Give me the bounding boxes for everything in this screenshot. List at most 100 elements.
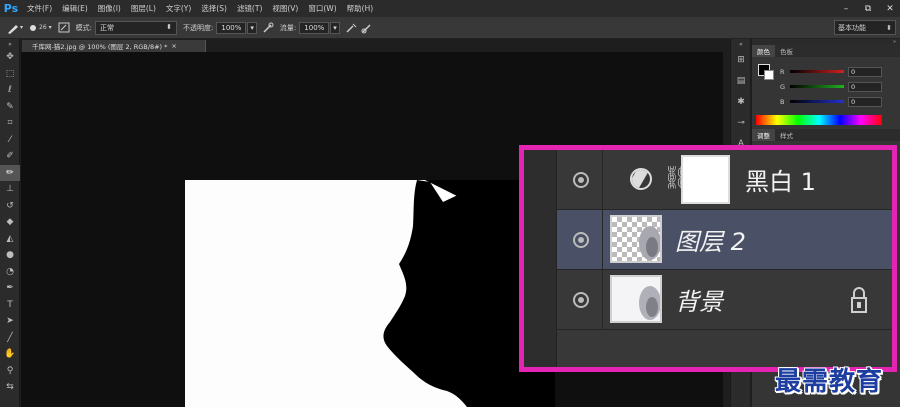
brush-tool-preset[interactable]: ▾ [6,22,23,34]
red-value[interactable]: 0 [848,66,882,77]
bandage-icon: ✐ [6,151,14,162]
layer-thumbnail[interactable] [610,215,662,263]
layer-mask-thumbnail[interactable] [681,155,730,204]
red-slider[interactable]: R 0 [780,66,896,77]
swap-colors[interactable]: ⇆ [0,379,20,396]
layer-row-black-white[interactable]: ⛓ 黑白 1 [557,150,892,210]
path-select-tool[interactable]: ➤ [0,313,20,330]
workspace-label: 基本功能 [838,23,866,32]
color-panel-tabs: 颜色 色板 [752,45,900,57]
menu-edit[interactable]: 编辑(E) [57,3,93,14]
type-tool[interactable]: T [0,297,20,314]
tab-swatches[interactable]: 色板 [775,45,798,57]
pressure-size-icon[interactable] [361,22,373,34]
stamp-tool[interactable]: ⊥ [0,181,20,198]
adjust-icon[interactable]: ⊸ [731,112,751,133]
background-color-swatch[interactable] [764,70,774,80]
green-value[interactable]: 0 [848,81,882,92]
droplet-icon: ● [6,250,14,261]
menu-file[interactable]: 文件(F) [22,3,57,14]
layer-thumbnail[interactable] [610,275,662,323]
opacity-dropdown[interactable]: ▾ [247,21,257,34]
close-button[interactable]: ✕ [884,4,896,14]
lock-icon [851,287,867,313]
workspace-switcher[interactable]: 基本功能 ⬍ [834,20,896,35]
collapse-icon[interactable]: « [731,39,751,49]
green-track[interactable] [790,85,844,88]
blue-slider[interactable]: B 0 [780,96,896,107]
tab-color[interactable]: 颜色 [752,45,775,57]
eyedropper-tool[interactable]: ⁄ [0,132,20,149]
properties-icon[interactable]: ▤ [731,70,751,91]
blue-track[interactable] [790,100,844,103]
divider [602,270,603,330]
menu-select[interactable]: 选择(S) [196,3,232,14]
layer-row-background[interactable]: 背景 [557,270,892,330]
move-tool[interactable]: ✥ [0,49,20,66]
flow-control: 流量: 100% ▾ [279,21,373,34]
collapse-icon[interactable]: » [0,39,20,49]
document-tab[interactable]: 千库网-猫2.jpg @ 100% (图层 2, RGB/8#) * × [22,40,206,52]
blue-value[interactable]: 0 [848,96,882,107]
hand-tool[interactable]: ✋ [0,346,20,363]
menu-layer[interactable]: 图层(L) [126,3,161,14]
dodge-tool[interactable]: ◔ [0,264,20,281]
menu-help[interactable]: 帮助(H) [342,3,379,14]
opacity-input[interactable]: 100% [216,21,247,34]
blur-tool[interactable]: ● [0,247,20,264]
pressure-opacity-icon[interactable] [262,22,274,34]
close-tab-icon[interactable]: × [171,42,176,50]
zoom-tool[interactable]: ⚲ [0,363,20,380]
eraser-icon: ◆ [6,217,14,228]
minimize-button[interactable]: – [840,4,852,14]
airbrush-icon[interactable] [345,22,357,34]
eye-icon[interactable] [573,232,589,248]
shape-tool[interactable]: ╱ [0,330,20,347]
tab-styles[interactable]: 样式 [775,129,798,141]
flow-dropdown[interactable]: ▾ [330,21,340,34]
eye-icon[interactable] [573,172,589,188]
brush-size-picker[interactable]: 26 ▾ [29,24,52,32]
brush-presets-icon[interactable]: ✱ [731,91,751,112]
crop-tool[interactable]: ⌗ [0,115,20,132]
chevron-updown-icon: ⬍ [166,22,173,31]
flow-input[interactable]: 100% [299,21,330,34]
history-icon[interactable]: ⊞ [731,49,751,70]
green-slider[interactable]: G 0 [780,81,896,92]
arrow-icon: ➤ [6,316,14,327]
pen-tool[interactable]: ✒ [0,280,20,297]
layer-name[interactable]: 图层 2 [675,222,746,257]
watermark-text: 最需教育 [775,367,884,397]
document-image[interactable] [185,180,555,407]
link-icon[interactable]: ⛓ [663,162,691,196]
menu-view[interactable]: 视图(V) [267,3,303,14]
color-spectrum[interactable] [756,115,882,125]
quick-select-tool[interactable]: ✎ [0,99,20,116]
lasso-tool[interactable]: ℓ [0,82,20,99]
paint-bucket-tool[interactable]: ◭ [0,231,20,248]
red-label: R [780,67,785,76]
menu-window[interactable]: 窗口(W) [303,3,341,14]
marquee-tool[interactable]: ⬚ [0,66,20,83]
healing-tool[interactable]: ✐ [0,148,20,165]
history-brush-tool[interactable]: ↺ [0,198,20,215]
menu-type[interactable]: 文字(Y) [161,3,196,14]
brush-tool[interactable]: ✏ [0,164,20,181]
layers-panel-zoom: ⛓ 黑白 1 图层 2 背景 [519,145,897,372]
mode-select[interactable]: 正常 ⬍ [95,20,178,35]
layer-name[interactable]: 背景 [675,282,723,317]
layer-row-layer2[interactable]: 图层 2 [557,210,892,270]
brush-panel-toggle[interactable] [58,22,70,33]
crop-icon: ⌗ [7,118,13,129]
mode-control: 模式: 正常 ⬍ [76,20,178,35]
restore-button[interactable]: ⧉ [862,4,874,14]
menu-image[interactable]: 图像(I) [93,3,126,14]
menu-filter[interactable]: 滤镜(T) [232,3,267,14]
flow-label: 流量: [279,23,297,32]
red-track[interactable] [790,70,844,73]
layer-name[interactable]: 黑白 1 [745,162,816,197]
eraser-tool[interactable]: ◆ [0,214,20,231]
divider [602,150,603,210]
tab-adjustments[interactable]: 调整 [752,129,775,141]
eye-icon[interactable] [573,292,589,308]
